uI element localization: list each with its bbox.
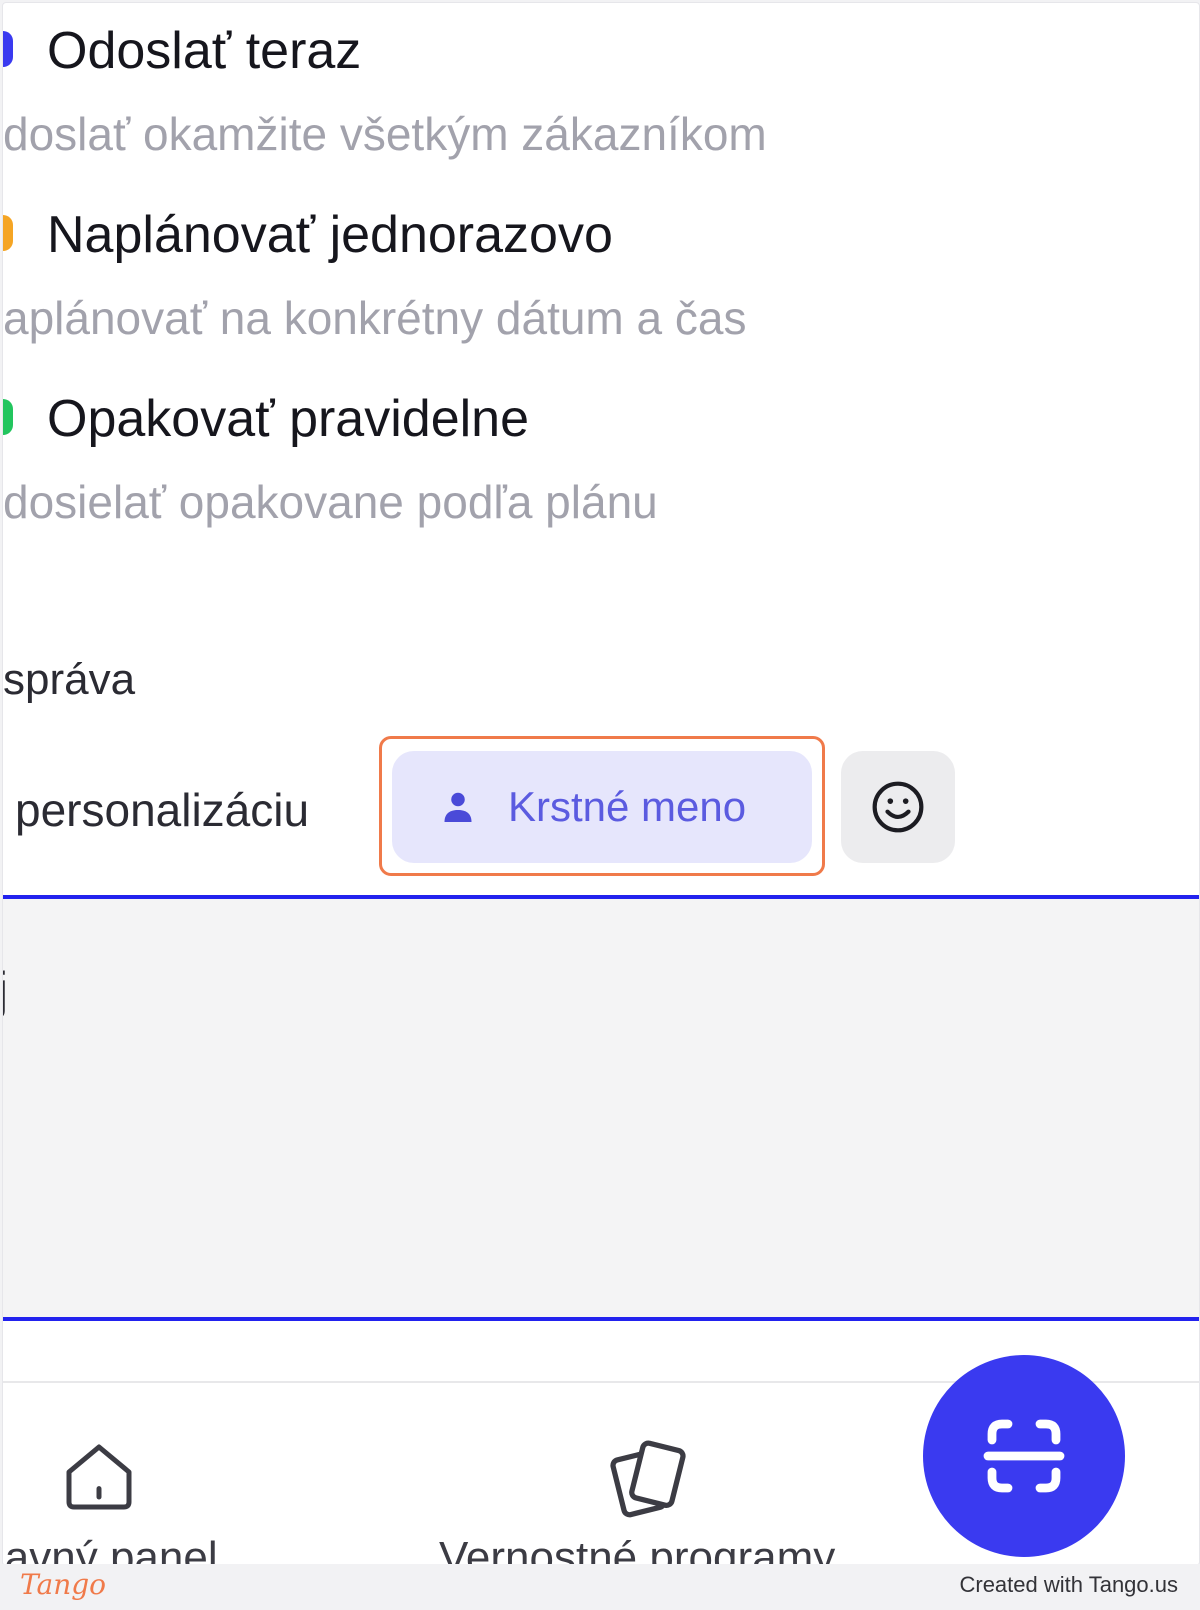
- first-name-chip[interactable]: Krstné meno: [392, 751, 812, 863]
- cards-icon: [610, 1440, 686, 1518]
- option-bullet: [3, 215, 13, 251]
- person-icon: [444, 792, 472, 822]
- option-description: dosielať opakovane podľa plánu: [3, 476, 658, 528]
- message-text: j: [3, 961, 8, 1019]
- nav-label: Vernostné programy: [439, 1533, 836, 1566]
- tango-credit: Created with Tango.us: [959, 1572, 1178, 1597]
- emoji-button[interactable]: [841, 751, 955, 863]
- personalize-label: personalizáciu: [15, 784, 310, 836]
- option-title: Naplánovať jednorazovo: [47, 206, 613, 264]
- tango-logo: Tango: [20, 1568, 107, 1601]
- message-section-label: správa: [3, 655, 136, 704]
- app-frame: Odoslať teraz doslať okamžite všetkým zá…: [2, 2, 1200, 1566]
- scan-icon: [983, 1419, 1065, 1493]
- option-description: doslať okamžite všetkým zákazníkom: [3, 108, 767, 160]
- option-description: aplánovať na konkrétny dátum a čas: [3, 292, 747, 344]
- option-bullet: [3, 31, 13, 67]
- home-icon: [66, 1444, 132, 1510]
- smiley-icon: [872, 781, 924, 833]
- scan-fab-button[interactable]: [923, 1355, 1125, 1557]
- tango-footer: Tango Created with Tango.us: [0, 1564, 1200, 1610]
- nav-label: lavný panel: [2, 1533, 218, 1566]
- option-title: Opakovať pravidelne: [47, 390, 530, 448]
- option-title: Odoslať teraz: [47, 22, 362, 80]
- chip-label: Krstné meno: [508, 783, 747, 830]
- message-textarea[interactable]: j: [3, 895, 1199, 1321]
- option-bullet: [3, 399, 13, 435]
